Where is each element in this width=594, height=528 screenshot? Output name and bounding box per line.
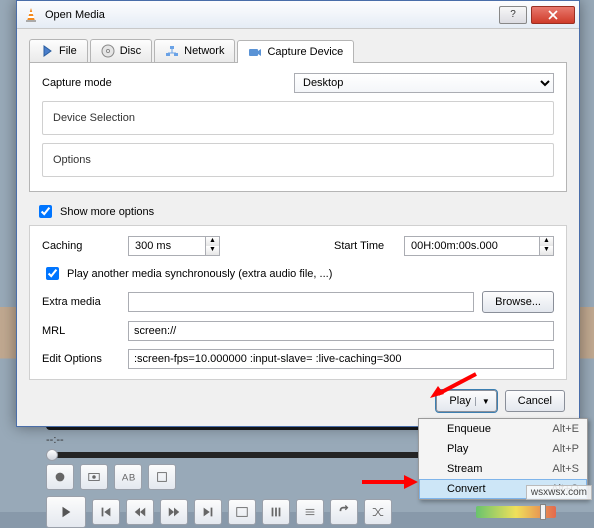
tab-disc-label: Disc	[120, 45, 141, 57]
menu-item-stream-shortcut: Alt+S	[552, 463, 579, 475]
shuffle-button[interactable]	[364, 499, 392, 525]
tab-bar: File Disc Network Capture Device	[29, 39, 567, 63]
browse-label: Browse...	[495, 296, 541, 308]
tab-file-label: File	[59, 45, 77, 57]
record-button[interactable]	[46, 464, 74, 490]
edit-options-input[interactable]	[128, 349, 554, 369]
mrl-label: MRL	[42, 325, 128, 337]
forward-button[interactable]	[160, 499, 188, 525]
caching-down[interactable]: ▼	[205, 246, 219, 255]
menu-item-play[interactable]: Play Alt+P	[419, 439, 587, 459]
caching-up[interactable]: ▲	[205, 237, 219, 246]
tab-file[interactable]: File	[29, 39, 88, 62]
extra-media-label: Extra media	[42, 296, 128, 308]
play-label: Play	[449, 395, 470, 407]
cancel-label: Cancel	[518, 395, 552, 407]
show-more-checkbox[interactable]	[39, 205, 52, 218]
loop-button[interactable]	[330, 499, 358, 525]
capture-panel: Capture mode Desktop Device Selection Op…	[29, 63, 567, 192]
open-media-dialog: Open Media ? File Disc Network C	[16, 0, 580, 427]
ext-settings-button[interactable]	[262, 499, 290, 525]
menu-item-stream-label: Stream	[447, 463, 482, 475]
capture-mode-label: Capture mode	[42, 77, 142, 89]
next-track-button[interactable]	[194, 499, 222, 525]
show-more-label: Show more options	[60, 206, 154, 218]
menu-item-play-shortcut: Alt+P	[552, 443, 579, 455]
edit-options-label: Edit Options	[42, 353, 128, 365]
tab-network-label: Network	[184, 45, 224, 57]
snapshot-button[interactable]	[80, 464, 108, 490]
device-selection-group: Device Selection	[42, 101, 554, 135]
browse-button[interactable]: Browse...	[482, 291, 554, 313]
seek-knob[interactable]	[46, 449, 58, 461]
menu-item-enqueue-label: Enqueue	[447, 423, 491, 435]
start-time-value: 00H:00m:00s.000	[405, 240, 539, 252]
volume-slider[interactable]	[476, 506, 556, 518]
menu-item-enqueue[interactable]: Enqueue Alt+E	[419, 419, 587, 439]
svg-text:A: A	[122, 473, 129, 484]
vlc-cone-icon	[23, 7, 39, 23]
start-down[interactable]: ▼	[539, 246, 553, 255]
play-sync-checkbox[interactable]	[46, 267, 59, 280]
tab-disc[interactable]: Disc	[90, 39, 152, 62]
fullscreen-button[interactable]	[228, 499, 256, 525]
tab-network[interactable]: Network	[154, 39, 235, 62]
cancel-button[interactable]: Cancel	[505, 390, 565, 412]
start-up[interactable]: ▲	[539, 237, 553, 246]
menu-item-stream[interactable]: Stream Alt+S	[419, 459, 587, 479]
mrl-input[interactable]	[128, 321, 554, 341]
file-icon	[40, 44, 54, 58]
close-button[interactable]	[531, 6, 575, 24]
play-sync-label: Play another media synchronously (extra …	[67, 268, 332, 280]
capture-options-group: Options	[42, 143, 554, 177]
caching-spinner[interactable]: 300 ms ▲▼	[128, 236, 220, 256]
rewind-button[interactable]	[126, 499, 154, 525]
menu-item-enqueue-shortcut: Alt+E	[552, 423, 579, 435]
prev-track-button[interactable]	[92, 499, 120, 525]
watermark: wsxwsx.com	[526, 485, 592, 500]
help-button[interactable]: ?	[499, 6, 527, 24]
volume-knob[interactable]	[540, 504, 546, 520]
extra-media-input[interactable]	[128, 292, 474, 312]
capture-icon	[248, 45, 262, 59]
menu-item-play-label: Play	[447, 443, 468, 455]
play-dropdown-caret[interactable]: ▼	[475, 397, 496, 406]
start-time-spinner[interactable]: 00H:00m:00s.000 ▲▼	[404, 236, 554, 256]
disc-icon	[101, 44, 115, 58]
network-icon	[165, 44, 179, 58]
window-title: Open Media	[45, 9, 499, 21]
titlebar[interactable]: Open Media ?	[17, 1, 579, 29]
advanced-options: Caching 300 ms ▲▼ Start Time 00H:00m:00s…	[29, 225, 567, 380]
start-time-label: Start Time	[334, 240, 404, 252]
atob-button[interactable]: AB	[114, 464, 142, 490]
capture-mode-select[interactable]: Desktop	[294, 73, 554, 93]
capture-options-label: Options	[53, 154, 91, 166]
caching-label: Caching	[42, 240, 128, 252]
tab-capture-label: Capture Device	[267, 46, 343, 58]
frame-step-button[interactable]	[148, 464, 176, 490]
tab-capture[interactable]: Capture Device	[237, 40, 354, 63]
menu-item-convert-label: Convert	[447, 483, 486, 495]
device-selection-label: Device Selection	[53, 112, 135, 124]
playlist-button[interactable]	[296, 499, 324, 525]
play-button[interactable]	[46, 496, 86, 528]
play-split-button[interactable]: Play ▼	[436, 390, 496, 412]
caching-value: 300 ms	[129, 240, 205, 252]
svg-text:B: B	[129, 473, 135, 484]
